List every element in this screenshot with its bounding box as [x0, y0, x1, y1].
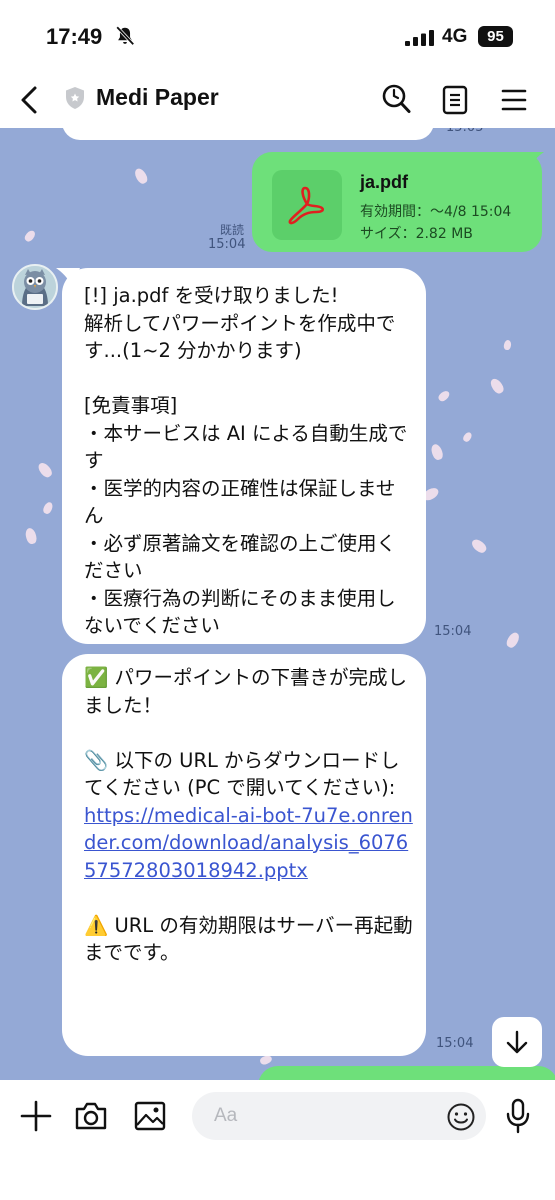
petal-decoration [24, 526, 38, 546]
status-bar: 17:49 4G 95 [0, 0, 555, 72]
network-type: 4G [442, 26, 468, 47]
completion-line: ✅ パワーポイントの下書きが完成しました！ [84, 666, 407, 717]
menu-icon[interactable] [500, 86, 528, 114]
petal-decoration [132, 166, 150, 186]
bot-message-text: [!] ja.pdf を受け取りました! 解析してパワーポイントを作成中です..… [84, 284, 408, 637]
bot-message-bubble[interactable]: ✅ パワーポイントの下書きが完成しました！ 📎 以下の URL からダウンロード… [62, 654, 426, 1056]
petal-decoration [23, 228, 37, 244]
previous-message-bubble [62, 128, 434, 140]
shield-icon [66, 87, 84, 109]
chat-header: Medi Paper [0, 72, 555, 128]
chat-title: Medi Paper [96, 84, 219, 110]
bot-message-text: ✅ パワーポイントの下書きが完成しました！ 📎 以下の URL からダウンロード… [84, 664, 414, 967]
petal-decoration [504, 630, 522, 650]
back-icon[interactable] [14, 82, 48, 118]
petal-decoration [469, 537, 489, 555]
download-line: 📎 以下の URL からダウンロードしてください (PC で開いてください): [84, 748, 400, 800]
petal-decoration [436, 389, 452, 403]
petal-decoration [488, 376, 506, 396]
next-message-bubble [258, 1066, 555, 1080]
file-message-bubble[interactable]: ja.pdf 有効期間：～4/8 15:04 サイズ：2.82 MB [252, 152, 542, 252]
battery-level: 95 [478, 26, 513, 47]
message-time: 15:04 [434, 624, 472, 639]
scroll-down-button[interactable] [492, 1017, 542, 1067]
camera-icon[interactable] [74, 1100, 108, 1132]
download-link[interactable]: https://medical-ai-bot-7u7e.onrender.com… [84, 804, 413, 882]
petal-decoration [36, 460, 54, 480]
read-receipt: 既読 [220, 223, 245, 237]
warning-line: ⚠️ URL の有効期限はサーバー再起動までです。 [84, 913, 413, 965]
scroll-down-icon [506, 1030, 528, 1054]
search-icon[interactable] [380, 82, 412, 116]
chat-area[interactable]: 15:05 ja.pdf 有効期間：～4/8 15:04 サイズ：2.82 MB… [0, 128, 555, 1080]
petal-decoration [429, 442, 445, 462]
bell-off-icon [116, 26, 135, 46]
emoji-icon[interactable] [446, 1102, 476, 1132]
image-icon[interactable] [134, 1100, 166, 1132]
owl-avatar-image [14, 266, 56, 308]
petal-decoration [461, 430, 474, 444]
petal-decoration [503, 339, 512, 351]
message-time: 15:04 [208, 237, 246, 252]
previous-message-time: 15:05 [446, 128, 483, 135]
notes-icon[interactable] [440, 84, 470, 116]
message-input[interactable] [192, 1092, 486, 1140]
mic-icon[interactable] [504, 1098, 532, 1134]
input-bar [0, 1080, 555, 1200]
signal-icon [405, 30, 434, 46]
pdf-file-thumbnail[interactable] [272, 170, 342, 240]
status-time: 17:49 [46, 24, 103, 49]
avatar[interactable] [12, 264, 58, 310]
file-size: サイズ：2.82 MB [360, 226, 473, 242]
file-expiry: 有効期間：～4/8 15:04 [360, 204, 512, 220]
petal-decoration [41, 500, 55, 516]
message-time: 15:04 [436, 1036, 474, 1051]
pdf-icon [288, 186, 325, 225]
file-name: ja.pdf [360, 172, 408, 192]
plus-icon[interactable] [20, 1100, 52, 1132]
bot-message-bubble[interactable]: [!] ja.pdf を受け取りました! 解析してパワーポイントを作成中です..… [62, 268, 426, 644]
